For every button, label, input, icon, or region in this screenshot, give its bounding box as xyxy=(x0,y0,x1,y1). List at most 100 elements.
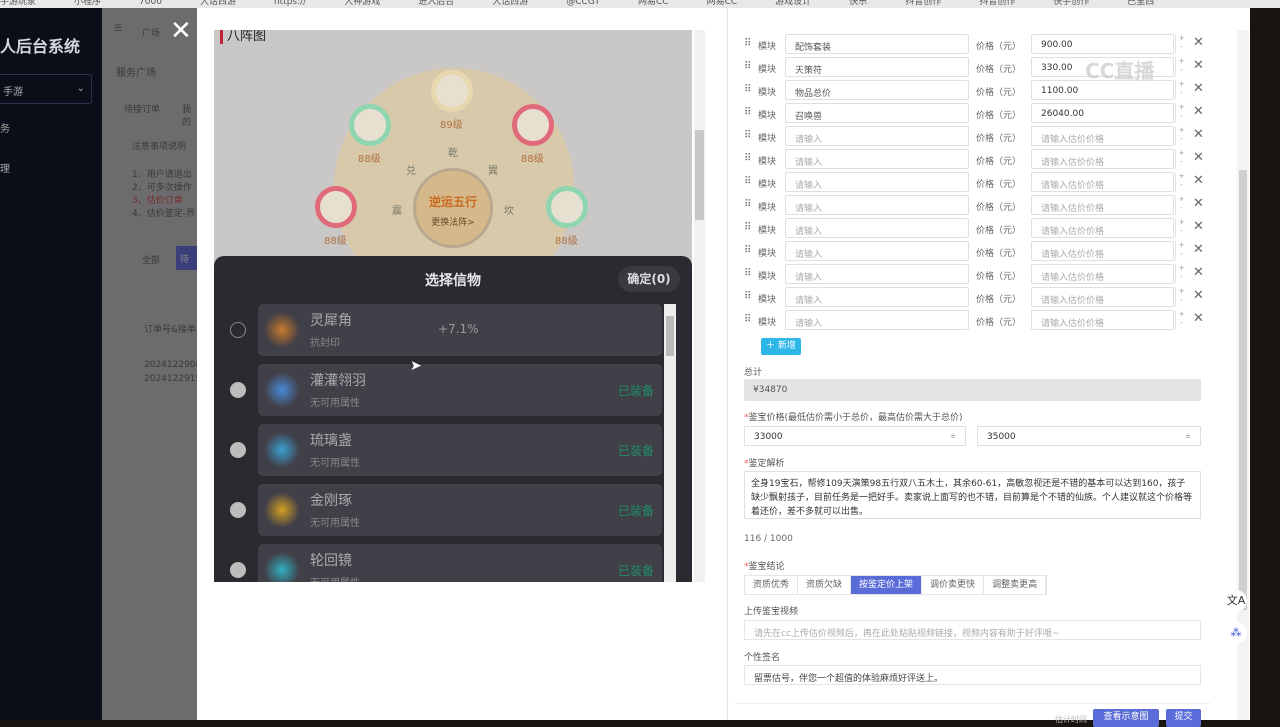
sidebar-item[interactable]: 务 xyxy=(0,120,10,135)
conclusion-option[interactable]: 按鉴定价上架 xyxy=(851,576,923,594)
module-input[interactable]: 天策符 xyxy=(785,57,969,77)
confirm-button[interactable]: 确定(0) xyxy=(618,266,680,292)
drag-handle-icon[interactable]: ⠿ xyxy=(744,107,751,118)
delete-icon[interactable]: ✕ xyxy=(1193,219,1204,234)
bookmark[interactable]: 网易CC xyxy=(707,0,738,7)
bookmark[interactable]: 抖音创作 xyxy=(905,0,941,7)
delete-icon[interactable]: ✕ xyxy=(1193,242,1204,257)
extension-icon[interactable]: ⁂ xyxy=(1225,622,1247,644)
delete-icon[interactable]: ✕ xyxy=(1193,288,1204,303)
close-icon[interactable]: ✕ xyxy=(170,18,192,44)
delete-icon[interactable]: ✕ xyxy=(1193,196,1204,211)
price-input[interactable]: 26040.00 xyxy=(1031,103,1174,123)
price-input[interactable]: 请输入估价价格 xyxy=(1031,287,1174,307)
bookmark[interactable]: 大话西游 xyxy=(200,0,236,7)
conclusion-option[interactable]: 调价卖更快 xyxy=(922,576,985,594)
stepper-icon[interactable]: + - xyxy=(1175,103,1187,123)
view-example-button[interactable]: 查看示意图 xyxy=(1093,709,1159,727)
drag-handle-icon[interactable]: ⠿ xyxy=(744,222,751,233)
module-input[interactable]: 配饰套装 xyxy=(785,34,969,54)
stepper-icon[interactable]: + - xyxy=(1175,149,1187,169)
stepper-icon[interactable]: + - xyxy=(1175,34,1187,54)
module-input[interactable]: 召唤兽 xyxy=(785,103,969,123)
video-link-input[interactable]: 请先在cc上传估价视频后，再在此处粘贴视频链接，视频内容有助于好评哦~ xyxy=(744,620,1201,640)
price-input[interactable]: 请输入估价价格 xyxy=(1031,149,1174,169)
bookmark[interactable]: https:// xyxy=(274,0,306,7)
analysis-textarea[interactable]: 全身19宝石，帮修109天演策98五行双八五木土，其余60-61，高敏忽视还是不… xyxy=(744,471,1201,519)
bookmark[interactable]: 大话西游 xyxy=(492,0,528,7)
item-radio[interactable] xyxy=(230,442,246,458)
conclusion-option[interactable]: 资质欠缺 xyxy=(798,576,852,594)
module-input[interactable]: 请输入 xyxy=(785,149,969,169)
price-input[interactable]: 请输入估价价格 xyxy=(1031,195,1174,215)
drag-handle-icon[interactable]: ⠿ xyxy=(744,38,751,49)
bookmark[interactable]: 游戏设计 xyxy=(775,0,811,7)
bookmark[interactable]: 小程序 xyxy=(74,0,101,7)
token-item[interactable]: 灌灌翎羽 无可用属性 已装备 xyxy=(258,364,662,416)
item-radio[interactable] xyxy=(230,382,246,398)
stepper-icon[interactable]: + - xyxy=(1175,241,1187,261)
scrollbar-thumb[interactable] xyxy=(666,316,674,356)
drag-handle-icon[interactable]: ⠿ xyxy=(744,176,751,187)
token-item[interactable]: 金刚琢 无可用属性 已装备 xyxy=(258,484,662,536)
token-item[interactable]: 灵犀角 抗封印 +7.1% xyxy=(258,304,662,356)
delete-icon[interactable]: ✕ xyxy=(1193,35,1204,50)
price-input[interactable]: 请输入估价价格 xyxy=(1031,241,1174,261)
add-module-button[interactable]: ＋ 新增 xyxy=(761,338,801,355)
bookmark[interactable]: 网易CC xyxy=(638,0,669,7)
bookmark[interactable]: 快乐 xyxy=(849,0,867,7)
sidebar-item[interactable]: 理 xyxy=(0,160,10,175)
game-select[interactable]: 手游 ⌄ xyxy=(0,74,92,104)
price-input[interactable]: 900.00 xyxy=(1031,34,1174,54)
stepper-icon[interactable]: + - xyxy=(1175,287,1187,307)
delete-icon[interactable]: ✕ xyxy=(1193,311,1204,326)
token-item[interactable]: 轮回镜 无可用属性 已装备 xyxy=(258,544,662,582)
bookmark[interactable]: 进入后台 xyxy=(418,0,454,7)
filter-all[interactable]: 全部 xyxy=(142,253,160,266)
bookmark[interactable]: @CCGT xyxy=(566,0,600,7)
module-input[interactable]: 物品总价 xyxy=(785,80,969,100)
price-input[interactable]: 请输入估价价格 xyxy=(1031,126,1174,146)
min-price-input[interactable]: 33000 ± xyxy=(744,426,966,446)
drag-handle-icon[interactable]: ⠿ xyxy=(744,130,751,141)
scrollbar-thumb[interactable] xyxy=(1239,170,1247,610)
stepper-icon[interactable]: + - xyxy=(1175,172,1187,192)
token-item[interactable]: 琉璃盏 无可用属性 已装备 xyxy=(258,424,662,476)
scrollbar[interactable] xyxy=(664,304,676,582)
submit-button[interactable]: 提交 xyxy=(1166,709,1201,727)
delete-icon[interactable]: ✕ xyxy=(1193,173,1204,188)
module-input[interactable]: 请输入 xyxy=(785,126,969,146)
drag-handle-icon[interactable]: ⠿ xyxy=(744,199,751,210)
stepper-icon[interactable]: + - xyxy=(1175,195,1187,215)
drag-handle-icon[interactable]: ⠿ xyxy=(744,61,751,72)
stepper-icon[interactable]: + - xyxy=(1175,57,1187,77)
module-input[interactable]: 请输入 xyxy=(785,172,969,192)
item-radio[interactable] xyxy=(230,562,246,578)
stepper-icon[interactable]: + - xyxy=(1175,310,1187,330)
max-price-input[interactable]: 35000 ± xyxy=(977,426,1201,446)
module-input[interactable]: 请输入 xyxy=(785,241,969,261)
item-radio[interactable] xyxy=(230,502,246,518)
drag-handle-icon[interactable]: ⠿ xyxy=(744,84,751,95)
stepper-icon[interactable]: + - xyxy=(1175,264,1187,284)
bookmark[interactable]: 7000 xyxy=(139,0,162,7)
scrollbar[interactable] xyxy=(1237,30,1249,720)
signature-input[interactable]: 留票估号，伴您一个超值的体验麻烦好评送上。 xyxy=(744,665,1201,685)
filter-active[interactable]: 待 xyxy=(176,246,197,270)
tab-mine[interactable]: 我的 xyxy=(182,102,197,128)
stepper-icon[interactable]: + - xyxy=(1175,80,1187,100)
drag-handle-icon[interactable]: ⠿ xyxy=(744,291,751,302)
module-input[interactable]: 请输入 xyxy=(785,264,969,284)
delete-icon[interactable]: ✕ xyxy=(1193,104,1204,119)
delete-icon[interactable]: ✕ xyxy=(1193,150,1204,165)
scrollbar[interactable] xyxy=(694,30,705,582)
module-input[interactable]: 请输入 xyxy=(785,195,969,215)
stepper-icon[interactable]: ± xyxy=(950,432,956,440)
module-input[interactable]: 请输入 xyxy=(785,287,969,307)
delete-icon[interactable]: ✕ xyxy=(1193,58,1204,73)
menu-icon[interactable]: ☰ xyxy=(114,24,122,34)
bookmark[interactable]: 快手创作 xyxy=(1053,0,1089,7)
price-input[interactable]: 请输入估价价格 xyxy=(1031,172,1174,192)
bookmark[interactable]: 大神游戏 xyxy=(344,0,380,7)
stepper-icon[interactable]: + - xyxy=(1175,126,1187,146)
